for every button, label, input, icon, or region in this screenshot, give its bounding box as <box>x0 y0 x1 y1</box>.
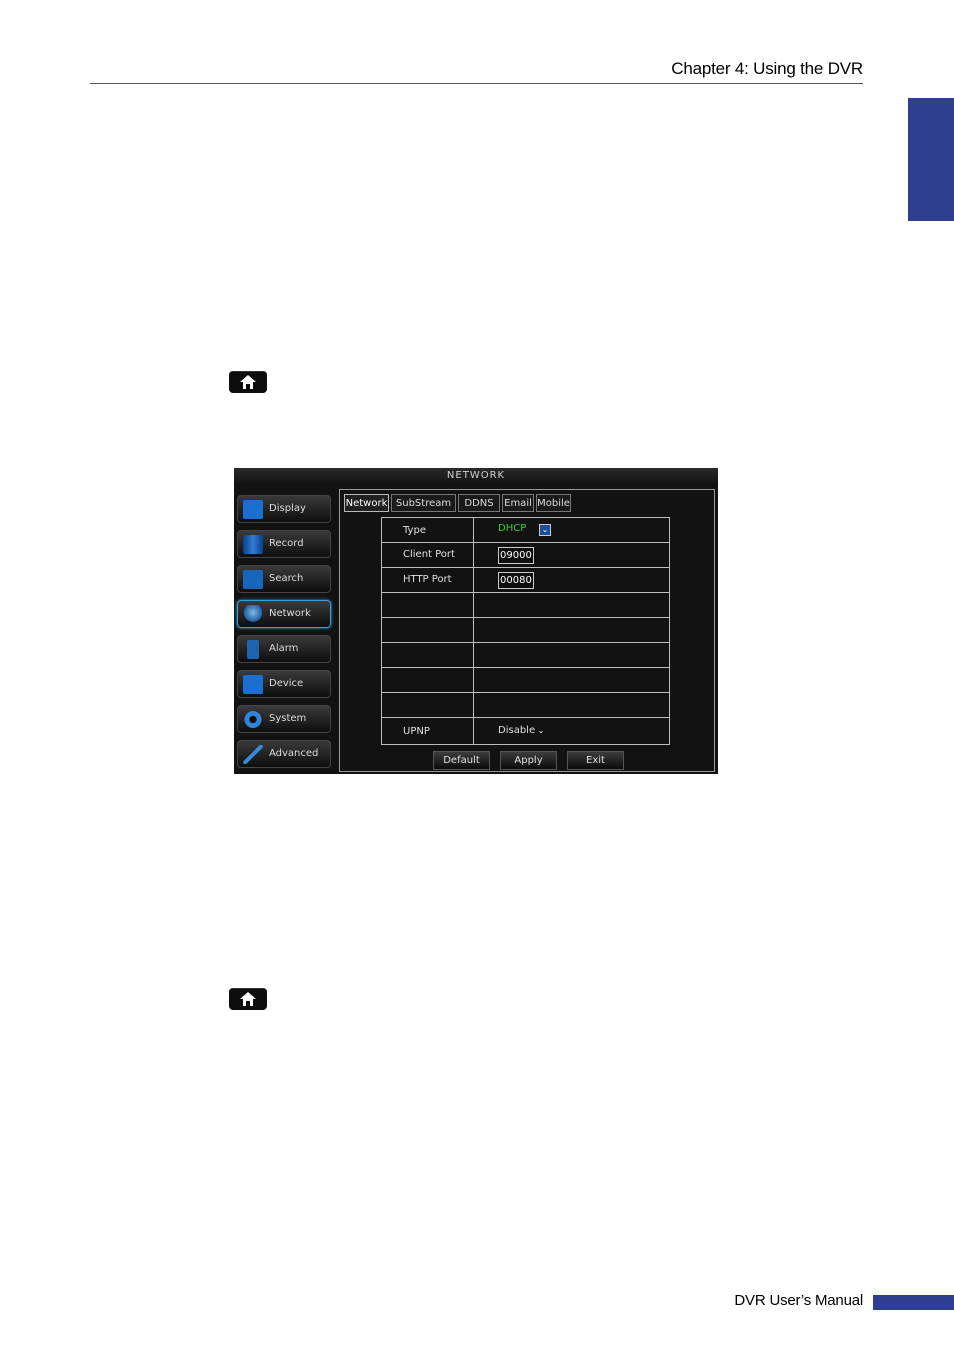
chapter-title: Chapter 4: Using the DVR <box>671 59 863 78</box>
footer-accent-bar <box>873 1295 954 1310</box>
menu-display[interactable]: Display <box>237 495 331 523</box>
client-port-input[interactable]: 09000 <box>498 547 534 564</box>
menu-search[interactable]: Search <box>237 565 331 593</box>
type-value: DHCP <box>498 523 527 534</box>
table-row <box>382 693 669 718</box>
http-port-input[interactable]: 00080 <box>498 572 534 589</box>
screen-title: NETWORK <box>234 468 718 483</box>
http-port-label: HTTP Port <box>403 574 452 585</box>
menu-label: System <box>269 713 307 724</box>
menu-advanced[interactable]: Advanced <box>237 740 331 768</box>
menu-label: Advanced <box>269 748 319 759</box>
table-row-http-port: HTTP Port 00080 <box>382 568 669 593</box>
display-icon <box>243 500 263 519</box>
device-icon <box>243 675 263 694</box>
table-row-upnp: UPNP Disable ⌄ <box>382 718 669 744</box>
menu-alarm[interactable]: Alarm <box>237 635 331 663</box>
search-icon <box>243 570 263 589</box>
upnp-value[interactable]: Disable <box>498 725 535 736</box>
tab-mobile[interactable]: Mobile <box>536 494 571 512</box>
tab-network[interactable]: Network <box>344 494 389 512</box>
record-icon <box>243 535 263 554</box>
gear-icon <box>243 710 263 729</box>
wrench-icon <box>243 745 263 764</box>
menu-device[interactable]: Device <box>237 670 331 698</box>
table-row <box>382 618 669 643</box>
table-row-type: Type DHCP ⌄ <box>382 518 669 543</box>
upnp-label: UPNP <box>403 726 430 737</box>
menu-label: Device <box>269 678 304 689</box>
alarm-icon <box>247 640 259 659</box>
table-row <box>382 668 669 693</box>
menu-label: Alarm <box>269 643 299 654</box>
header-rule <box>90 83 863 84</box>
menu-label: Network <box>269 608 311 619</box>
type-dropdown-icon[interactable]: ⌄ <box>539 524 551 536</box>
menu-network[interactable]: Network <box>237 600 331 628</box>
tab-substream[interactable]: SubStream <box>391 494 456 512</box>
table-row-client-port: Client Port 09000 <box>382 543 669 568</box>
exit-button[interactable]: Exit <box>567 751 624 770</box>
footer-title: DVR User’s Manual <box>734 1292 863 1309</box>
menu-label: Search <box>269 573 304 584</box>
menu-system[interactable]: System <box>237 705 331 733</box>
client-port-label: Client Port <box>403 549 455 560</box>
home-button-icon <box>229 371 267 393</box>
tab-email[interactable]: Email <box>502 494 534 512</box>
home-button-icon <box>229 988 267 1010</box>
default-button[interactable]: Default <box>433 751 490 770</box>
side-tab-marker <box>908 98 954 221</box>
network-settings-table: Type DHCP ⌄ Client Port 09000 HTTP Port … <box>381 517 670 745</box>
upnp-dropdown-icon[interactable]: ⌄ <box>535 726 547 738</box>
network-settings-screenshot: NETWORK Display Record Search Network Al… <box>234 468 718 774</box>
network-icon <box>243 605 263 624</box>
menu-label: Record <box>269 538 304 549</box>
menu-label: Display <box>269 503 306 514</box>
type-label: Type <box>403 525 426 536</box>
table-row <box>382 593 669 618</box>
apply-button[interactable]: Apply <box>500 751 557 770</box>
tab-ddns[interactable]: DDNS <box>458 494 500 512</box>
table-row <box>382 643 669 668</box>
menu-record[interactable]: Record <box>237 530 331 558</box>
